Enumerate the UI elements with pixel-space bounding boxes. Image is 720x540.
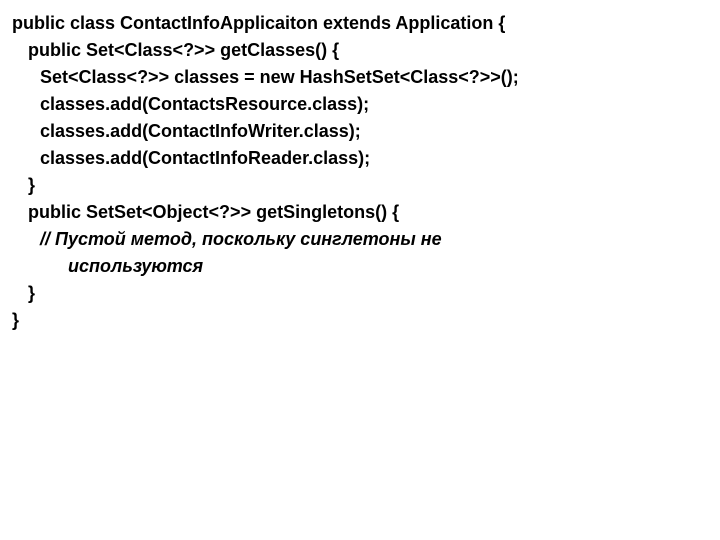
code-line-7: } [12, 172, 708, 199]
code-line-12: } [12, 307, 708, 334]
code-line-1: public class ContactInfoApplicaiton exte… [12, 10, 708, 37]
code-line-9: // Пустой метод, поскольку синглетоны не [12, 226, 708, 253]
code-line-3: Set<Class<?>> classes = new HashSetSet<C… [12, 64, 708, 91]
code-line-8: public SetSet<Object<?>> getSingletons()… [12, 199, 708, 226]
code-line-10: используются [12, 253, 708, 280]
code-line-5: classes.add(ContactInfoWriter.class); [12, 118, 708, 145]
code-line-11: } [12, 280, 708, 307]
code-block: public class ContactInfoApplicaiton exte… [0, 0, 720, 344]
code-line-6: classes.add(ContactInfoReader.class); [12, 145, 708, 172]
code-line-2: public Set<Class<?>> getClasses() { [12, 37, 708, 64]
code-line-4: classes.add(ContactsResource.class); [12, 91, 708, 118]
